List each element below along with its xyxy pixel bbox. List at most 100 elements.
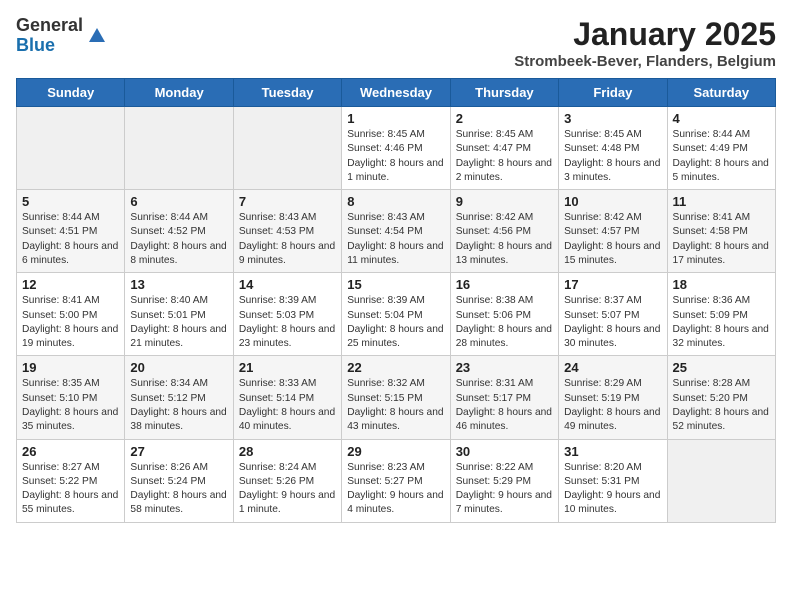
cell-info: Sunrise: 8:20 AM Sunset: 5:31 PM Dayligh… xyxy=(564,461,661,518)
cell-day-number: 4 xyxy=(673,111,770,126)
calendar-cell: 16 Sunrise: 8:38 AM Sunset: 5:06 PM Dayli… xyxy=(450,273,558,356)
logo-icon xyxy=(85,24,109,48)
logo: General Blue xyxy=(16,16,109,56)
week-row-2: 5 Sunrise: 8:44 AM Sunset: 4:51 PM Daylig… xyxy=(17,190,776,273)
calendar-cell: 6 Sunrise: 8:44 AM Sunset: 4:52 PM Daylig… xyxy=(125,190,233,273)
calendar-cell: 11 Sunrise: 8:41 AM Sunset: 4:58 PM Dayli… xyxy=(667,190,775,273)
calendar-cell: 20Sunrise: 8:34 AM Sunset: 5:12 PM Dayli… xyxy=(125,356,233,439)
calendar-cell: 7 Sunrise: 8:43 AM Sunset: 4:53 PM Daylig… xyxy=(233,190,341,273)
cell-day-number: 22 xyxy=(347,360,444,375)
header-monday: Monday xyxy=(125,79,233,107)
calendar-cell: 12Sunrise: 8:41 AM Sunset: 5:00 PM Dayli… xyxy=(17,273,125,356)
calendar-cell xyxy=(667,439,775,522)
calendar-title: January 2025 xyxy=(514,16,776,53)
calendar-cell: 23 Sunrise: 8:31 AM Sunset: 5:17 PM Dayli… xyxy=(450,356,558,439)
calendar-cell: 9Sunrise: 8:42 AM Sunset: 4:56 PM Daylig… xyxy=(450,190,558,273)
cell-info: Sunrise: 8:44 AM Sunset: 4:51 PM Dayligh… xyxy=(22,211,119,268)
cell-day-number: 6 xyxy=(130,194,227,209)
cell-day-number: 19 xyxy=(22,360,119,375)
week-row-4: 19 Sunrise: 8:35 AM Sunset: 5:10 PM Dayli… xyxy=(17,356,776,439)
cell-day-number: 12 xyxy=(22,277,119,292)
header-saturday: Saturday xyxy=(667,79,775,107)
cell-day-number: 1 xyxy=(347,111,444,126)
calendar-cell: 31 Sunrise: 8:20 AM Sunset: 5:31 PM Dayli… xyxy=(559,439,667,522)
cell-day-number: 26 xyxy=(22,444,119,459)
calendar-subtitle: Strombeek-Bever, Flanders, Belgium xyxy=(514,53,776,70)
calendar-cell: 15 Sunrise: 8:39 AM Sunset: 5:04 PM Dayli… xyxy=(342,273,450,356)
cell-info: Sunrise: 8:41 AM Sunset: 4:58 PM Dayligh… xyxy=(673,211,770,268)
cell-day-number: 23 xyxy=(456,360,553,375)
cell-day-number: 15 xyxy=(347,277,444,292)
cell-info: Sunrise: 8:42 AM Sunset: 4:56 PM Dayligh… xyxy=(456,211,553,268)
cell-day-number: 10 xyxy=(564,194,661,209)
calendar-cell: 4 Sunrise: 8:44 AM Sunset: 4:49 PM Daylig… xyxy=(667,107,775,190)
cell-info: Sunrise: 8:31 AM Sunset: 5:17 PM Dayligh… xyxy=(456,377,553,434)
calendar-cell: 21 Sunrise: 8:33 AM Sunset: 5:14 PM Dayli… xyxy=(233,356,341,439)
calendar-header: Sunday Monday Tuesday Wednesday Thursday… xyxy=(17,79,776,107)
cell-info: Sunrise: 8:27 AM Sunset: 5:22 PM Dayligh… xyxy=(22,461,119,518)
calendar-cell: 30 Sunrise: 8:22 AM Sunset: 5:29 PM Dayli… xyxy=(450,439,558,522)
calendar-cell xyxy=(125,107,233,190)
calendar-cell: 2Sunrise: 8:45 AM Sunset: 4:47 PM Daylig… xyxy=(450,107,558,190)
calendar-cell: 18 Sunrise: 8:36 AM Sunset: 5:09 PM Dayli… xyxy=(667,273,775,356)
cell-day-number: 13 xyxy=(130,277,227,292)
cell-day-number: 7 xyxy=(239,194,336,209)
header-wednesday: Wednesday xyxy=(342,79,450,107)
cell-day-number: 25 xyxy=(673,360,770,375)
cell-info: Sunrise: 8:39 AM Sunset: 5:03 PM Dayligh… xyxy=(239,294,336,351)
cell-day-number: 2 xyxy=(456,111,553,126)
cell-day-number: 29 xyxy=(347,444,444,459)
cell-info: Sunrise: 8:23 AM Sunset: 5:27 PM Dayligh… xyxy=(347,461,444,518)
cell-info: Sunrise: 8:35 AM Sunset: 5:10 PM Dayligh… xyxy=(22,377,119,434)
calendar-cell: 17 Sunrise: 8:37 AM Sunset: 5:07 PM Dayli… xyxy=(559,273,667,356)
cell-day-number: 5 xyxy=(22,194,119,209)
cell-info: Sunrise: 8:34 AM Sunset: 5:12 PM Dayligh… xyxy=(130,377,227,434)
cell-day-number: 28 xyxy=(239,444,336,459)
cell-day-number: 14 xyxy=(239,277,336,292)
cell-info: Sunrise: 8:28 AM Sunset: 5:20 PM Dayligh… xyxy=(673,377,770,434)
week-row-1: 1Sunrise: 8:45 AM Sunset: 4:46 PM Daylig… xyxy=(17,107,776,190)
cell-info: Sunrise: 8:40 AM Sunset: 5:01 PM Dayligh… xyxy=(130,294,227,351)
logo-blue: Blue xyxy=(16,36,83,56)
week-row-3: 12Sunrise: 8:41 AM Sunset: 5:00 PM Dayli… xyxy=(17,273,776,356)
cell-day-number: 18 xyxy=(673,277,770,292)
logo-general: General xyxy=(16,16,83,36)
cell-day-number: 24 xyxy=(564,360,661,375)
cell-info: Sunrise: 8:36 AM Sunset: 5:09 PM Dayligh… xyxy=(673,294,770,351)
cell-info: Sunrise: 8:44 AM Sunset: 4:52 PM Dayligh… xyxy=(130,211,227,268)
calendar-cell: 29 Sunrise: 8:23 AM Sunset: 5:27 PM Dayli… xyxy=(342,439,450,522)
calendar-cell: 22 Sunrise: 8:32 AM Sunset: 5:15 PM Dayli… xyxy=(342,356,450,439)
cell-day-number: 31 xyxy=(564,444,661,459)
calendar-cell: 14 Sunrise: 8:39 AM Sunset: 5:03 PM Dayli… xyxy=(233,273,341,356)
calendar-cell: 25 Sunrise: 8:28 AM Sunset: 5:20 PM Dayli… xyxy=(667,356,775,439)
cell-info: Sunrise: 8:38 AM Sunset: 5:06 PM Dayligh… xyxy=(456,294,553,351)
calendar-body: 1Sunrise: 8:45 AM Sunset: 4:46 PM Daylig… xyxy=(17,107,776,523)
cell-info: Sunrise: 8:22 AM Sunset: 5:29 PM Dayligh… xyxy=(456,461,553,518)
cell-info: Sunrise: 8:37 AM Sunset: 5:07 PM Dayligh… xyxy=(564,294,661,351)
cell-info: Sunrise: 8:32 AM Sunset: 5:15 PM Dayligh… xyxy=(347,377,444,434)
cell-info: Sunrise: 8:26 AM Sunset: 5:24 PM Dayligh… xyxy=(130,461,227,518)
cell-info: Sunrise: 8:43 AM Sunset: 4:53 PM Dayligh… xyxy=(239,211,336,268)
calendar-cell: 1Sunrise: 8:45 AM Sunset: 4:46 PM Daylig… xyxy=(342,107,450,190)
header-sunday: Sunday xyxy=(17,79,125,107)
cell-day-number: 3 xyxy=(564,111,661,126)
header-friday: Friday xyxy=(559,79,667,107)
calendar-cell: 5 Sunrise: 8:44 AM Sunset: 4:51 PM Daylig… xyxy=(17,190,125,273)
calendar-cell: 26 Sunrise: 8:27 AM Sunset: 5:22 PM Dayli… xyxy=(17,439,125,522)
cell-day-number: 11 xyxy=(673,194,770,209)
calendar-cell xyxy=(17,107,125,190)
cell-info: Sunrise: 8:39 AM Sunset: 5:04 PM Dayligh… xyxy=(347,294,444,351)
calendar-table: Sunday Monday Tuesday Wednesday Thursday… xyxy=(16,78,776,523)
cell-day-number: 21 xyxy=(239,360,336,375)
cell-day-number: 17 xyxy=(564,277,661,292)
cell-day-number: 16 xyxy=(456,277,553,292)
cell-info: Sunrise: 8:33 AM Sunset: 5:14 PM Dayligh… xyxy=(239,377,336,434)
cell-day-number: 30 xyxy=(456,444,553,459)
cell-info: Sunrise: 8:24 AM Sunset: 5:26 PM Dayligh… xyxy=(239,461,336,518)
calendar-cell: 28 Sunrise: 8:24 AM Sunset: 5:26 PM Dayli… xyxy=(233,439,341,522)
cell-info: Sunrise: 8:44 AM Sunset: 4:49 PM Dayligh… xyxy=(673,128,770,185)
calendar-cell: 24Sunrise: 8:29 AM Sunset: 5:19 PM Dayli… xyxy=(559,356,667,439)
cell-day-number: 8 xyxy=(347,194,444,209)
calendar-cell: 13 Sunrise: 8:40 AM Sunset: 5:01 PM Dayli… xyxy=(125,273,233,356)
header-tuesday: Tuesday xyxy=(233,79,341,107)
